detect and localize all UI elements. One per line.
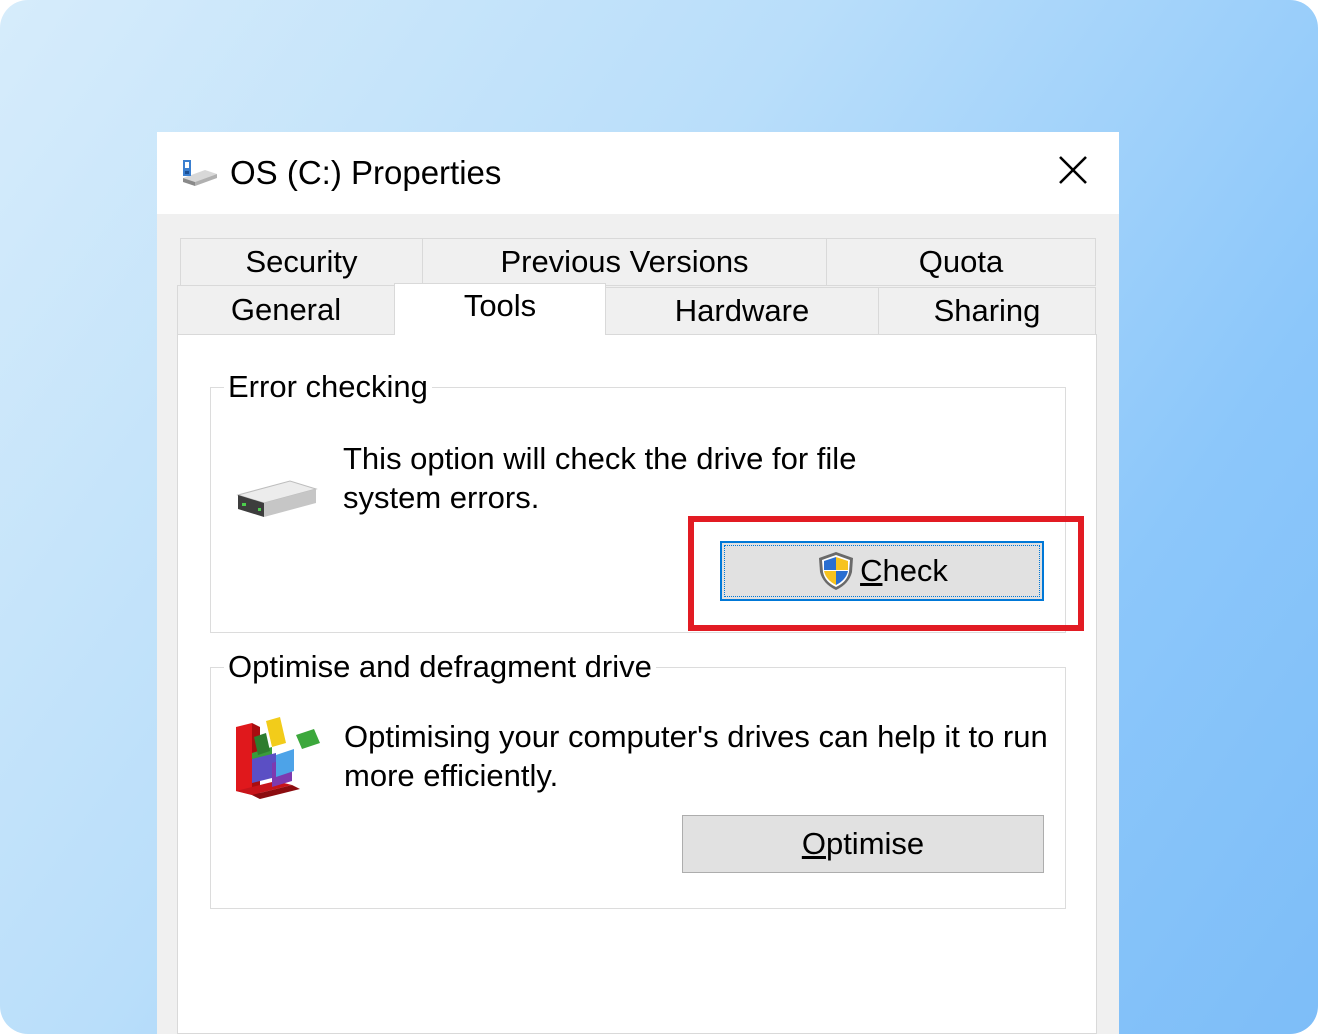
description-line: more efficiently.	[344, 758, 559, 793]
properties-dialog: OS (C:) Properties Security Previous Ver…	[157, 132, 1119, 1034]
tab-tools[interactable]: Tools	[394, 283, 606, 335]
check-button-label: Check	[860, 553, 948, 588]
tab-label: Security	[245, 244, 358, 279]
drive-icon	[181, 158, 219, 188]
uac-shield-icon	[816, 550, 856, 592]
tab-label: Hardware	[674, 293, 810, 328]
optimise-button[interactable]: Optimise	[682, 815, 1044, 873]
tab-quota[interactable]: Quota	[826, 238, 1096, 286]
close-icon	[1057, 154, 1089, 191]
title-bar: OS (C:) Properties	[157, 132, 1119, 214]
optimise-label: Optimise and defragment drive	[224, 649, 656, 685]
error-checking-description: This option will check the drive for fil…	[343, 439, 1033, 517]
tab-label: Tools	[463, 288, 537, 323]
close-button[interactable]	[1049, 150, 1097, 194]
error-checking-label: Error checking	[224, 369, 432, 405]
tab-general[interactable]: General	[177, 285, 395, 335]
defrag-icon	[232, 715, 324, 807]
window-title: OS (C:) Properties	[230, 154, 502, 191]
optimise-description: Optimising your computer's drives can he…	[344, 717, 1064, 795]
tools-panel: Error checking This option will check th…	[177, 334, 1097, 1034]
tab-label: Previous Versions	[500, 244, 749, 279]
tab-previous-versions[interactable]: Previous Versions	[422, 238, 827, 286]
check-button[interactable]: Check	[720, 541, 1044, 601]
description-line: This option will check the drive for fil…	[343, 441, 857, 476]
tab-label: Sharing	[933, 293, 1041, 328]
tab-sharing[interactable]: Sharing	[878, 287, 1096, 335]
description-line: Optimising your computer's drives can he…	[344, 719, 1048, 754]
description-line: system errors.	[343, 480, 540, 515]
optimise-button-label: Optimise	[801, 826, 925, 861]
hard-drive-icon	[236, 475, 318, 525]
tab-hardware[interactable]: Hardware	[605, 287, 879, 335]
tab-security[interactable]: Security	[180, 238, 423, 286]
tab-label: General	[230, 292, 342, 327]
tab-label: Quota	[918, 244, 1004, 279]
